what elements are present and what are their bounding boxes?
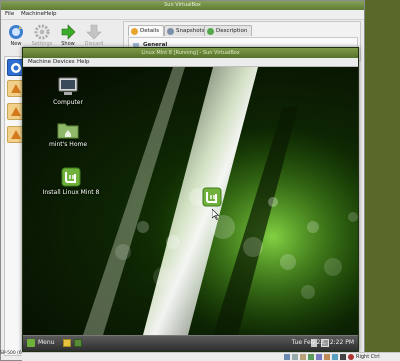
menu-machine[interactable]: Machine [21,11,44,17]
vm-os-icon [11,63,21,73]
menu-file[interactable]: File [5,11,14,17]
guest-menu-devices[interactable]: Devices [53,59,75,65]
guest-bottom-panel: Menu Tue Feb 23, 2:22 PM [23,335,358,351]
network-adapter-icon[interactable] [308,354,314,360]
tab-description[interactable]: Description [204,25,253,36]
menu-help[interactable]: Help [44,11,57,17]
desktop-icon-computer-label: Computer [53,99,83,106]
home-folder-icon [57,123,79,139]
desktop-icon-home[interactable]: mint's Home [37,121,99,148]
manager-title-bar[interactable]: Sun VirtualBox [1,1,364,10]
guest-menu-help[interactable]: Help [77,59,90,65]
desktop-icon-computer[interactable]: Computer [37,77,99,106]
guest-menu-bar: Machine Devices Help [23,58,358,67]
vm-os-icon [11,84,21,93]
guest-title-bar[interactable]: Linux Mint 8 [Running] - Sun VirtualBox [23,48,358,58]
tab-snapshots-label: Snapshots [176,28,205,34]
vm-status-bar: Right Ctrl [22,352,400,361]
desktop-icon-install[interactable]: Install Linux Mint 8 [31,167,111,196]
mint-logo-icon [202,187,222,207]
mint-wallpaper [83,67,358,335]
tab-details-label: Details [140,28,160,34]
shared-folders-icon[interactable] [324,354,330,360]
panel-clock[interactable]: Tue Feb 23, 2:22 PM [292,339,354,346]
computer-icon [58,77,78,95]
host-side-label: SP-500 (6v [0,351,25,356]
floppy-icon[interactable] [300,354,306,360]
harddisk-icon[interactable] [284,354,290,360]
new-vm-icon [9,25,23,39]
tab-snapshots[interactable]: Snapshots [164,25,210,36]
panel-terminal-icon[interactable] [74,339,82,347]
discard-arrow-icon [86,24,102,40]
vm-os-icon [11,130,21,139]
mouse-integration-icon[interactable] [340,354,346,360]
manager-menu-bar: File Machine Help [1,10,364,20]
tab-details[interactable]: Details [128,25,165,36]
cdrom-icon[interactable] [292,354,298,360]
settings-gear-icon [34,24,50,40]
mint-menu-icon [27,339,35,347]
show-arrow-icon [61,24,76,40]
virtualization-icon [332,354,338,360]
desktop-icon-home-label: mint's Home [48,141,88,148]
panel-menu-button[interactable]: Menu [38,339,54,346]
mouse-cursor-icon [212,209,220,220]
host-key-icon [348,354,354,360]
vm-os-icon [11,107,21,116]
description-icon [207,28,214,35]
panel-folder-icon[interactable] [63,339,71,347]
mint-install-icon [61,167,81,187]
tab-description-label: Description [216,28,248,34]
host-key-label: Right Ctrl [356,354,380,360]
guest-menu-machine[interactable]: Machine [28,59,51,65]
guest-desktop: Computer mint's Home Install Linux Mint … [23,67,358,335]
usb-icon[interactable] [316,354,322,360]
desktop-icon-install-label: Install Linux Mint 8 [42,189,100,196]
snapshots-icon [167,28,174,35]
details-icon [131,28,138,35]
guest-vm-window: Linux Mint 8 [Running] - Sun VirtualBox … [22,47,359,352]
